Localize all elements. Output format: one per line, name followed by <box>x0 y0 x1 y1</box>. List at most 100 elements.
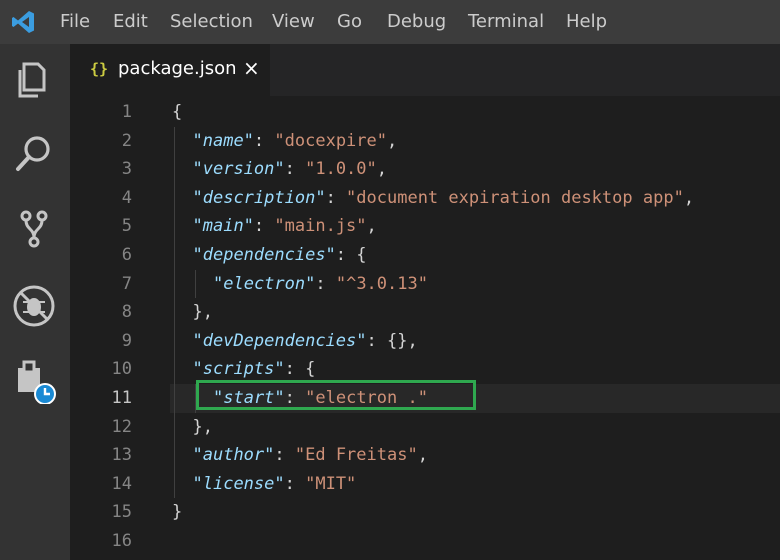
code-text: { <box>172 98 182 127</box>
indent-guide <box>174 298 175 327</box>
code-text: "name": "docexpire", <box>193 127 398 156</box>
line-number: 7 <box>121 273 132 294</box>
line-number: 15 <box>111 502 132 523</box>
code-line: 15} <box>70 498 780 527</box>
code-text: "author": "Ed Freitas", <box>193 441 428 470</box>
code-line: 14 "license": "MIT" <box>70 469 780 499</box>
indent-guide <box>174 183 175 213</box>
json-punctuation: : <box>284 473 306 494</box>
code-line: 5 "main": "main.js", <box>70 212 780 241</box>
menu-view[interactable]: View <box>272 11 315 33</box>
code-line: 16 <box>70 527 780 556</box>
json-punctuation: : { <box>335 245 367 265</box>
indent-guide <box>174 241 175 270</box>
indent-guide <box>194 269 196 299</box>
code-text: "devDependencies": {}, <box>193 327 418 356</box>
json-punctuation: }, <box>192 416 213 437</box>
indent-guide <box>174 269 175 299</box>
json-key: "version" <box>192 159 285 180</box>
code-line: 6 "dependencies": { <box>70 241 780 270</box>
menu-selection[interactable]: Selection <box>170 11 253 33</box>
highlight-annotation <box>196 380 476 410</box>
line-number: 13 <box>111 445 132 466</box>
line-number: 5 <box>121 216 132 237</box>
json-key: "author" <box>192 445 275 466</box>
json-punctuation: : <box>274 445 295 466</box>
json-key: "scripts" <box>192 359 285 380</box>
line-number: 16 <box>111 531 132 551</box>
json-key: "description" <box>192 187 326 208</box>
menu-bar: File Edit Selection View Go Debug Termin… <box>0 0 780 44</box>
line-number: 4 <box>121 187 132 208</box>
json-key: "name" <box>192 130 254 151</box>
code-line: 3 "version": "1.0.0", <box>70 155 780 184</box>
line-number: 9 <box>121 330 132 351</box>
code-line: 12}, <box>70 412 780 442</box>
code-line: 13 "author": "Ed Freitas", <box>70 441 780 470</box>
code-text: }, <box>193 298 213 327</box>
source-control-button[interactable] <box>10 204 58 252</box>
debug-button[interactable] <box>10 282 58 330</box>
json-punctuation: , <box>417 445 428 466</box>
json-punctuation: : {}, <box>366 330 418 351</box>
indent-guide <box>174 355 175 384</box>
tab-bar: {} package.json × <box>70 44 780 96</box>
menu-help[interactable]: Help <box>566 11 607 33</box>
line-number: 6 <box>121 245 132 265</box>
json-punctuation: }, <box>192 302 213 323</box>
line-number: 11 <box>111 388 132 408</box>
search-icon <box>16 136 50 171</box>
code-text: "electron": "^3.0.13" <box>213 270 428 299</box>
vscode-logo-icon <box>12 11 34 33</box>
json-punctuation: } <box>172 502 183 523</box>
menu-edit[interactable]: Edit <box>113 11 148 33</box>
indent-guide <box>174 155 175 184</box>
line-number: 2 <box>121 130 132 151</box>
tab-package-json[interactable]: {} package.json × <box>70 44 270 96</box>
menu-go[interactable]: Go <box>337 11 362 33</box>
json-punctuation: , <box>683 187 695 208</box>
line-number: 8 <box>121 302 132 323</box>
activity-bar <box>0 44 70 560</box>
json-punctuation: { <box>172 102 183 122</box>
menu-debug[interactable]: Debug <box>387 11 446 33</box>
json-punctuation: : { <box>284 359 316 380</box>
extension-history-button[interactable] <box>10 356 58 405</box>
code-line: 7 "electron": "^3.0.13" <box>70 269 780 299</box>
code-text: }, <box>193 413 213 442</box>
line-number: 3 <box>121 159 132 180</box>
json-file-icon: {} <box>90 60 109 78</box>
json-string: "Ed Freitas" <box>294 445 418 466</box>
code-line: 8}, <box>70 298 780 327</box>
json-string: "document expiration desktop app" <box>346 187 684 208</box>
menu-file[interactable]: File <box>60 11 90 33</box>
tab-title: package.json <box>118 58 237 79</box>
explorer-button[interactable] <box>10 56 58 104</box>
code-line: 9 "devDependencies": {}, <box>70 326 780 356</box>
json-string: "1.0.0" <box>305 159 377 180</box>
search-button[interactable] <box>10 130 58 178</box>
code-line: 2 "name": "docexpire", <box>70 126 780 156</box>
json-punctuation: , <box>366 216 377 237</box>
json-string: "^3.0.13" <box>335 273 428 294</box>
code-line: 4 "description": "document expiration des… <box>70 183 780 213</box>
line-number: 1 <box>121 102 132 122</box>
code-text: "main": "main.js", <box>193 212 377 241</box>
json-key: "license" <box>192 473 285 494</box>
json-string: "MIT" <box>305 473 357 494</box>
code-text: "license": "MIT" <box>193 470 357 499</box>
indent-guide <box>174 212 175 241</box>
indent-guide <box>174 126 175 156</box>
code-editor[interactable]: 1 {2 "name": "docexpire", 3 "version": "1.0.… <box>70 96 780 560</box>
json-key: "devDependencies" <box>192 330 367 351</box>
line-number: 10 <box>111 359 132 380</box>
code-text: "version": "1.0.0", <box>193 155 388 184</box>
indent-guide <box>174 441 175 470</box>
json-punctuation: : <box>253 130 275 151</box>
indent-guide <box>174 384 175 413</box>
json-punctuation: : <box>253 216 275 237</box>
close-icon[interactable]: × <box>243 56 260 80</box>
source-control-icon <box>20 210 48 248</box>
menu-terminal[interactable]: Terminal <box>468 11 544 33</box>
line-number: 12 <box>111 416 132 437</box>
